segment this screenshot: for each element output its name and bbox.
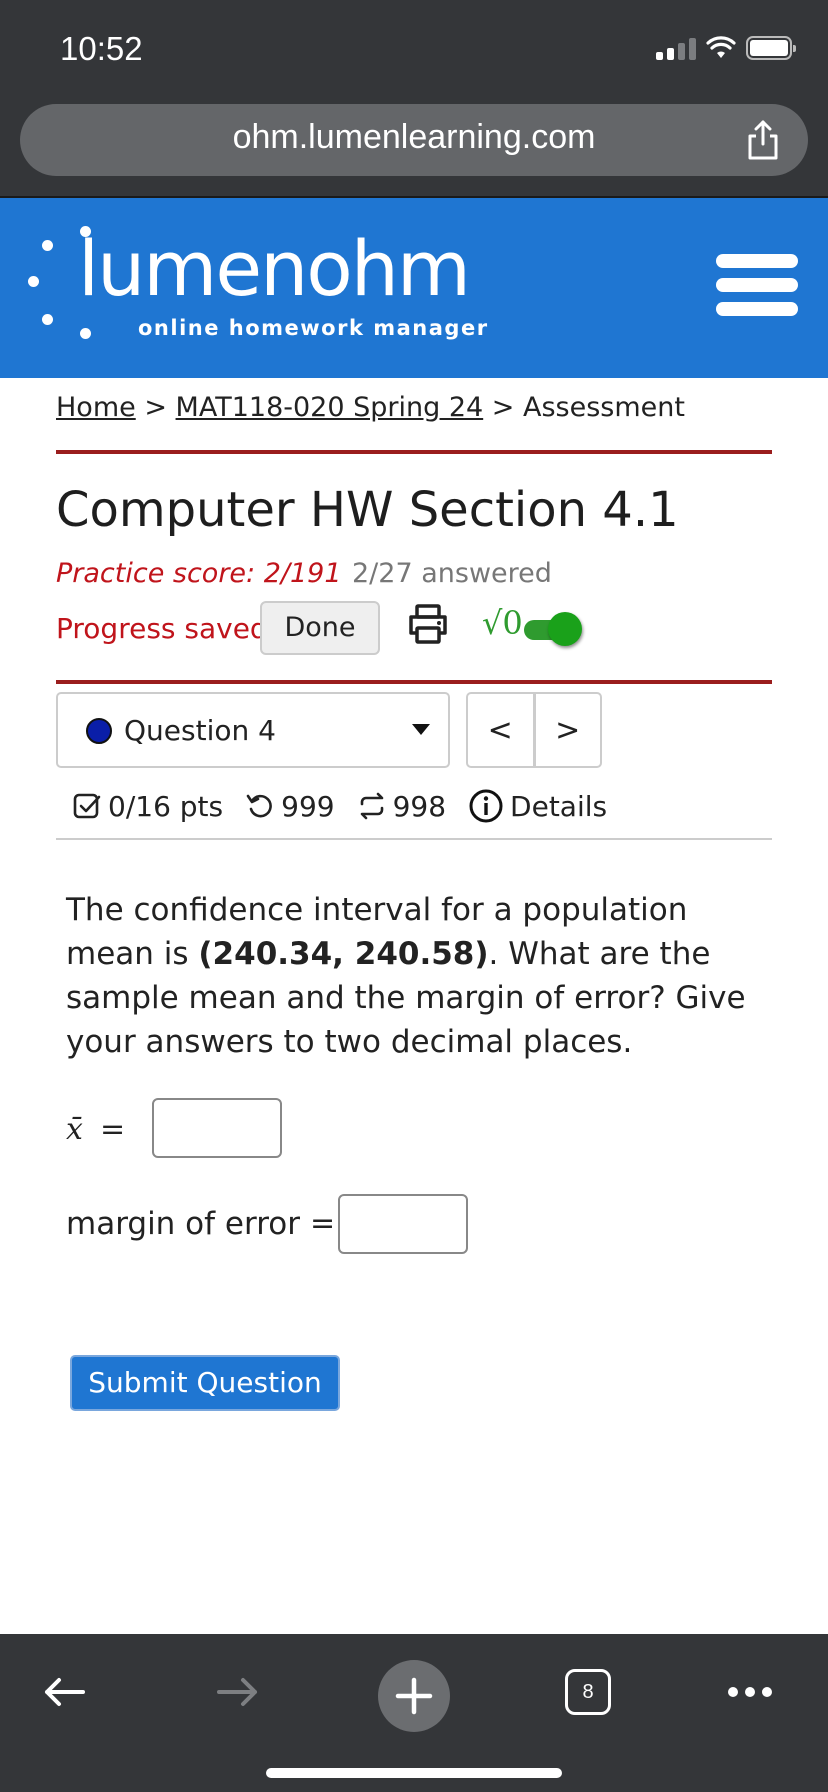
tab-count: 8 [565, 1669, 611, 1715]
question-points: 0/16 pts [108, 789, 224, 823]
url-text: ohm.lumenlearning.com [232, 118, 596, 156]
question-select-label: Question 4 [124, 714, 276, 747]
divider [56, 680, 772, 684]
regen-icon [360, 792, 383, 820]
checkbox-icon [73, 793, 101, 819]
site-header: lumenohm online homework manager [0, 196, 828, 378]
question-nav-buttons: < > [466, 692, 602, 768]
equals-sign: = [100, 1112, 126, 1147]
forward-arrow-icon[interactable] [206, 1660, 270, 1724]
back-arrow-icon[interactable] [32, 1660, 96, 1724]
page-title: Computer HW Section 4.1 [56, 482, 679, 538]
practice-score: Practice score: 2/191 [56, 558, 342, 589]
equals-sign: = [310, 1206, 336, 1241]
question-status-dot [86, 718, 112, 744]
battery-icon [746, 36, 796, 60]
question-select[interactable]: Question 4 [56, 692, 450, 768]
answered-count: 2/27 answered [352, 558, 552, 589]
browser-toolbar: 8 [0, 1634, 828, 1792]
new-tab-button[interactable] [374, 1656, 454, 1736]
regens-remaining: 998 [392, 789, 447, 823]
math-entry-icon: √0 [482, 604, 523, 642]
brand-logo[interactable]: lumenohm [78, 224, 471, 313]
math-entry-toggle[interactable] [524, 612, 582, 646]
menu-icon[interactable] [716, 254, 798, 322]
next-question-button[interactable]: > [532, 694, 601, 766]
breadcrumb-home-link[interactable]: Home [56, 392, 136, 423]
margin-of-error-input[interactable] [338, 1194, 468, 1254]
status-icons [656, 36, 796, 60]
divider [56, 450, 772, 454]
sample-mean-input[interactable] [152, 1098, 282, 1158]
progress-status: Progress saved [56, 612, 268, 645]
question-text: The confidence interval for a population… [66, 888, 776, 1064]
confidence-interval: (240.34, 240.58) [198, 936, 489, 972]
details-link[interactable]: Details [510, 790, 607, 823]
tabs-icon[interactable]: 8 [556, 1660, 620, 1724]
share-icon[interactable] [744, 118, 782, 162]
more-icon[interactable] [718, 1660, 782, 1724]
info-icon[interactable] [468, 788, 504, 824]
signal-icon [656, 36, 696, 60]
browser-chrome: 10:52 ohm.lumenlearning.com [0, 0, 828, 196]
url-bar[interactable]: ohm.lumenlearning.com [20, 104, 808, 176]
brand-tagline: online homework manager [138, 316, 489, 340]
question-meta: 0/16 pts 999 998 Details [72, 788, 607, 824]
breadcrumb: Home > MAT118-020 Spring 24 > Assessment [56, 392, 685, 423]
done-button[interactable]: Done [260, 601, 380, 655]
breadcrumb-current: Assessment [523, 392, 685, 423]
previous-question-button[interactable]: < [468, 694, 533, 766]
home-indicator [266, 1768, 562, 1778]
attempts-remaining: 999 [281, 789, 335, 823]
caret-down-icon [412, 724, 430, 735]
breadcrumb-separator: > [144, 392, 167, 423]
plus-icon [378, 1660, 450, 1732]
wifi-icon [706, 36, 736, 58]
print-icon[interactable] [406, 602, 450, 646]
breadcrumb-separator: > [491, 392, 515, 423]
status-time: 10:52 [60, 30, 143, 67]
divider [56, 838, 772, 840]
retry-icon [246, 794, 272, 818]
sample-mean-label: x̄ [66, 1112, 83, 1147]
submit-question-button[interactable]: Submit Question [70, 1355, 340, 1411]
breadcrumb-course-link[interactable]: MAT118-020 Spring 24 [176, 392, 484, 423]
margin-of-error-label: margin of error [66, 1206, 300, 1242]
